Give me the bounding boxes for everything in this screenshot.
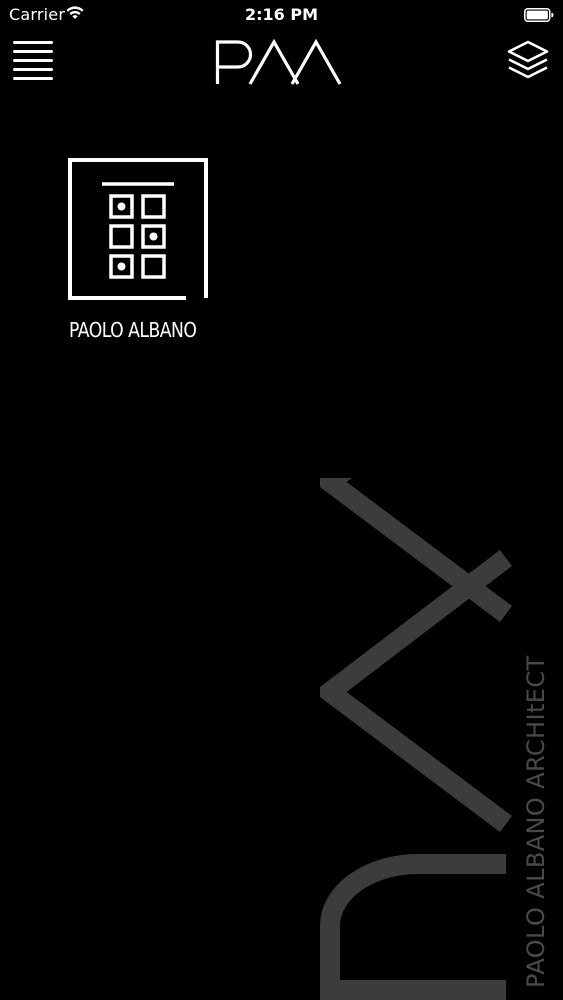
status-time: 2:16 PM bbox=[244, 5, 318, 24]
menu-button[interactable] bbox=[10, 38, 58, 84]
building-facade-icon bbox=[68, 158, 208, 300]
project-label: PAOLO ALBANO bbox=[69, 318, 197, 342]
watermark-logo bbox=[320, 478, 512, 1000]
navigation-bar bbox=[0, 30, 563, 100]
hamburger-menu-icon bbox=[13, 41, 53, 80]
project-tile-paolo-albano[interactable]: PAOLO ALBANO bbox=[60, 152, 220, 342]
layers-icon bbox=[507, 40, 549, 79]
battery-icon bbox=[524, 8, 554, 22]
layers-button[interactable] bbox=[504, 39, 554, 85]
brand-logo bbox=[215, 38, 342, 85]
status-bar: Carrier 2:16 PM bbox=[0, 0, 563, 30]
watermark-text: PAOLO ALBANO ARCHItECT bbox=[522, 655, 550, 988]
